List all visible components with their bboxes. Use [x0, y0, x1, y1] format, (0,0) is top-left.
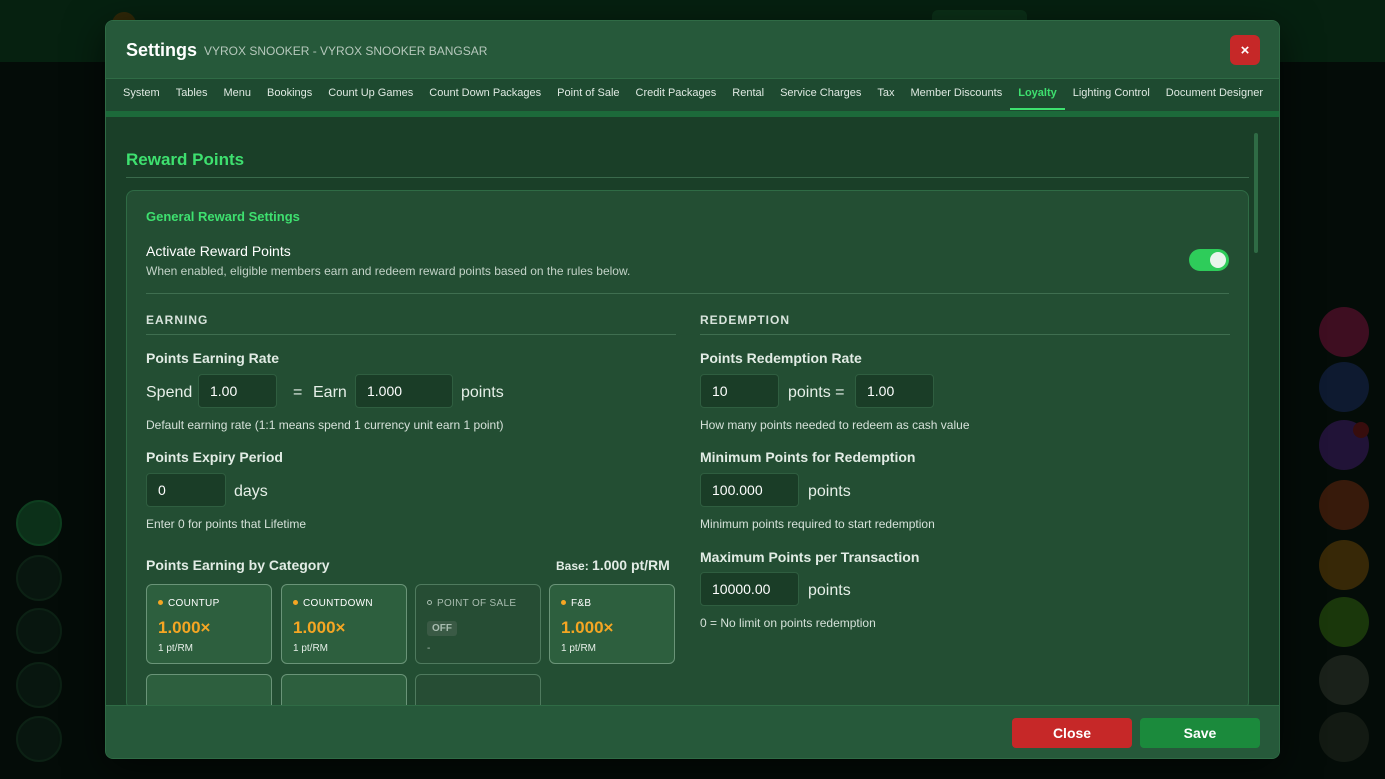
points-earning-by-category-label: Points Earning by Category — [146, 557, 330, 573]
points-earning-rate-label: Points Earning Rate — [146, 350, 280, 366]
tab-count-down-packages[interactable]: Count Down Packages — [421, 79, 549, 110]
tab-rental[interactable]: Rental — [724, 79, 772, 110]
category-multiplier: 1.000× — [561, 618, 614, 637]
category-card[interactable] — [281, 674, 407, 705]
tab-lighting-control[interactable]: Lighting Control — [1065, 79, 1158, 110]
tab-bookings[interactable]: Bookings — [259, 79, 320, 110]
general-reward-settings-card: General Reward Settings Activate Reward … — [126, 190, 1249, 705]
modal-footer: Close Save — [106, 705, 1279, 758]
category-name-text: F&B — [571, 598, 592, 609]
base-rate-label: Base: 1.000 pt/RM — [556, 557, 670, 573]
off-badge: OFF — [427, 621, 457, 636]
category-name-text: COUNTDOWN — [303, 598, 373, 609]
status-dot-icon — [427, 599, 432, 605]
cash-value-input[interactable] — [855, 374, 934, 408]
status-dot-icon — [293, 599, 298, 605]
tab-point-of-sale[interactable]: Point of Sale — [549, 79, 627, 110]
close-button[interactable]: Close — [1012, 718, 1132, 748]
days-unit: days — [234, 483, 268, 500]
loyalty-content[interactable]: Reward Points General Reward Settings Ac… — [106, 117, 1279, 705]
tab-system[interactable]: System — [115, 79, 168, 110]
tab-count-up-games[interactable]: Count Up Games — [320, 79, 421, 110]
base-prefix: Base: — [556, 559, 589, 573]
category-card[interactable]: POINT OF SALE OFF - — [415, 584, 541, 664]
maximum-points-label: Maximum Points per Transaction — [700, 549, 920, 565]
earn-points-input[interactable] — [355, 374, 453, 408]
divider — [700, 334, 1230, 335]
category-card[interactable]: F&B 1.000× 1 pt/RM — [549, 584, 675, 664]
category-rate: 1 pt/RM — [158, 643, 194, 654]
settings-modal: Settings VYROX SNOOKER - VYROX SNOOKER B… — [105, 20, 1280, 759]
category-multiplier: 1.000× — [293, 618, 346, 637]
redeem-points-input[interactable] — [700, 374, 779, 408]
redemption-heading: REDEMPTION — [700, 313, 791, 327]
category-name: F&B — [561, 598, 591, 609]
scrollbar-thumb[interactable] — [1254, 133, 1258, 253]
settings-tabs: System Tables Menu Bookings Count Up Games Co… — [106, 79, 1279, 111]
tab-member-discounts[interactable]: Member Discounts — [903, 79, 1011, 110]
section-title: Reward Points — [126, 150, 245, 169]
tab-printers[interactable]: Printers — [1271, 79, 1279, 110]
category-card[interactable] — [415, 674, 541, 705]
tab-tables[interactable]: Tables — [168, 79, 216, 110]
maximum-points-input[interactable] — [700, 572, 799, 606]
spend-amount-input[interactable] — [198, 374, 277, 408]
minimum-points-input[interactable] — [700, 473, 799, 507]
expiry-days-input[interactable] — [146, 473, 226, 507]
spend-text: Spend — [146, 384, 193, 401]
modal-subtitle: VYROX SNOOKER - VYROX SNOOKER BANGSAR — [204, 44, 488, 58]
activate-reward-points-toggle[interactable] — [1189, 249, 1229, 271]
modal-title: Settings — [126, 40, 198, 60]
category-name: COUNTDOWN — [293, 598, 373, 609]
category-rate: 1 pt/RM — [293, 643, 329, 654]
tab-tax[interactable]: Tax — [869, 79, 902, 110]
tab-menu[interactable]: Menu — [215, 79, 259, 110]
category-rate: - — [427, 643, 431, 654]
category-name: POINT OF SALE — [427, 598, 516, 609]
minimum-points-help: Minimum points required to start redempt… — [700, 517, 935, 531]
status-dot-icon — [158, 599, 163, 605]
max-points-unit: points — [808, 582, 851, 599]
earning-rate-help: Default earning rate (1:1 means spend 1 … — [146, 418, 504, 432]
base-value: 1.000 pt/RM — [592, 557, 670, 573]
divider — [146, 293, 1229, 294]
modal-header: Settings VYROX SNOOKER - VYROX SNOOKER B… — [106, 21, 1279, 79]
tab-service-charges[interactable]: Service Charges — [772, 79, 869, 110]
activate-reward-points-label: Activate Reward Points — [146, 243, 291, 259]
divider — [146, 334, 676, 335]
expiry-help: Enter 0 for points that Lifetime — [146, 517, 307, 531]
close-icon[interactable]: × — [1230, 35, 1260, 65]
points-equals-text: points = — [788, 384, 845, 401]
earn-text: Earn — [313, 384, 347, 401]
tab-credit-packages[interactable]: Credit Packages — [628, 79, 725, 110]
category-name: COUNTUP — [158, 598, 220, 609]
card-title: General Reward Settings — [146, 209, 300, 224]
min-points-unit: points — [808, 483, 851, 500]
toggle-knob — [1210, 252, 1226, 268]
divider — [126, 177, 1249, 178]
tab-loyalty[interactable]: Loyalty — [1010, 79, 1065, 110]
category-card[interactable]: COUNTUP 1.000× 1 pt/RM — [146, 584, 272, 664]
category-rate: 1 pt/RM — [561, 643, 597, 654]
minimum-points-label: Minimum Points for Redemption — [700, 449, 916, 465]
status-dot-icon — [561, 599, 566, 605]
category-multiplier: 1.000× — [158, 618, 211, 637]
category-name-text: COUNTUP — [168, 598, 220, 609]
equals-sign: = — [293, 384, 303, 401]
points-redemption-rate-label: Points Redemption Rate — [700, 350, 862, 366]
tab-document-designer[interactable]: Document Designer — [1158, 79, 1271, 110]
maximum-points-help: 0 = No limit on points redemption — [700, 616, 876, 630]
category-name-text: POINT OF SALE — [437, 598, 517, 609]
earning-heading: EARNING — [146, 313, 209, 327]
category-card[interactable] — [146, 674, 272, 705]
save-button[interactable]: Save — [1140, 718, 1260, 748]
points-unit: points — [461, 384, 504, 401]
activate-reward-points-description: When enabled, eligible members earn and … — [146, 264, 631, 278]
redemption-rate-help: How many points needed to redeem as cash… — [700, 418, 970, 432]
category-card[interactable]: COUNTDOWN 1.000× 1 pt/RM — [281, 584, 407, 664]
points-expiry-period-label: Points Expiry Period — [146, 449, 283, 465]
